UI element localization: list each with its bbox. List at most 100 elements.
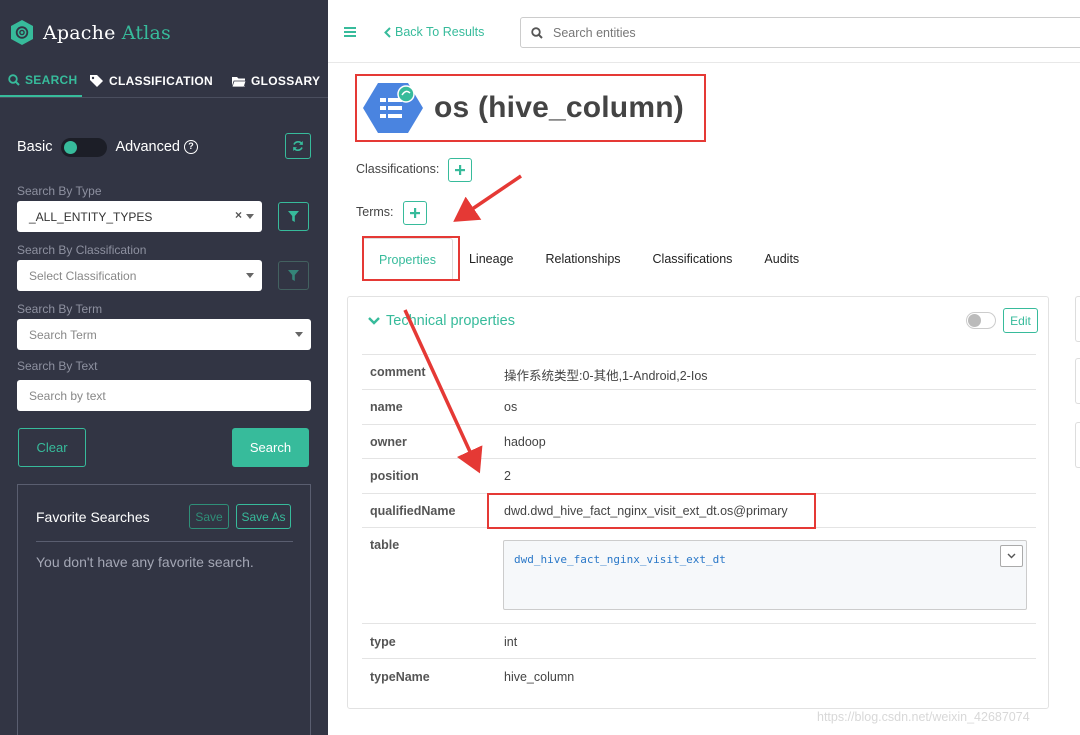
help-icon[interactable]: ?: [183, 140, 198, 154]
property-value: 操作系统类型:0-其他,1-Android,2-Ios: [504, 369, 708, 383]
favorite-searches-title: Favorite Searches: [36, 509, 150, 525]
classifications-label: Classifications:: [356, 162, 440, 176]
folder-icon: [232, 76, 246, 87]
property-value: 2: [504, 469, 511, 483]
tab-classifications[interactable]: Classifications: [637, 238, 749, 280]
tab-lineage[interactable]: Lineage: [453, 238, 530, 280]
tab-classification[interactable]: CLASSIFICATION: [82, 64, 222, 98]
show-empty-values-toggle[interactable]: [966, 312, 996, 329]
edit-properties-button[interactable]: Edit: [1003, 308, 1038, 333]
tab-classification-label: CLASSIFICATION: [109, 74, 213, 88]
search-by-term-label: Search By Term: [17, 302, 103, 316]
type-filter-button[interactable]: [278, 202, 309, 231]
plus-icon: [410, 208, 420, 218]
table-row: comment 操作系统类型:0-其他,1-Android,2-Ios: [362, 354, 1036, 389]
chevron-down-icon: [368, 317, 380, 325]
search-icon: [8, 73, 20, 86]
app-logo[interactable]: Apache Atlas: [10, 19, 171, 46]
tab-glossary[interactable]: GLOSSARY: [222, 64, 328, 98]
favorite-searches-panel: Favorite Searches Save Save As You don't…: [17, 484, 311, 735]
clear-button[interactable]: Clear: [18, 428, 86, 467]
property-key: name: [370, 400, 403, 414]
sidebar-tabs: SEARCH CLASSIFICATION GLOSSARY: [0, 64, 328, 98]
search-mode-row: Basic Advanced ?: [17, 133, 311, 159]
save-as-favorite-button[interactable]: Save As: [236, 504, 291, 529]
table-row: type int: [362, 623, 1036, 658]
annotation-arrow-to-tabs: [453, 174, 522, 222]
entity-type-select[interactable]: _ALL_ENTITY_TYPES ×: [17, 201, 262, 232]
watermark: https://blog.csdn.net/weixin_42687074: [817, 710, 1030, 724]
tab-search-label: SEARCH: [25, 72, 78, 87]
search-button[interactable]: Search: [232, 428, 309, 467]
back-to-results-label: Back To Results: [395, 25, 485, 39]
top-bar: Back To Results Search entities: [328, 0, 1080, 63]
tab-relationships[interactable]: Relationships: [529, 238, 636, 280]
clear-type-icon[interactable]: ×: [235, 208, 242, 222]
mode-advanced-label: Advanced: [115, 139, 180, 155]
filter-icon: [288, 211, 299, 222]
annotation-box-title: [355, 74, 706, 142]
chevron-down-icon: [246, 273, 254, 278]
search-by-classification-label: Search By Classification: [17, 243, 147, 257]
classification-select[interactable]: Select Classification: [17, 260, 262, 291]
favorites-divider: [36, 541, 293, 542]
entity-type-value: _ALL_ENTITY_TYPES: [29, 209, 153, 224]
atlas-logo-icon: [11, 20, 33, 45]
plus-icon: [455, 165, 465, 175]
property-value: os: [504, 400, 518, 414]
app-name-atlas: Atlas: [121, 21, 171, 44]
side-panel-edge: [1075, 358, 1080, 404]
global-search-placeholder: Search entities: [553, 25, 636, 40]
mode-basic-label: Basic: [17, 139, 53, 155]
property-key: table: [370, 538, 400, 552]
chevron-down-icon: [295, 332, 303, 337]
save-favorite-button[interactable]: Save: [189, 504, 229, 529]
table-reference-box: dwd_hive_fact_nginx_visit_ext_dt: [503, 540, 1027, 610]
filter-icon: [288, 270, 299, 281]
search-icon: [531, 26, 543, 39]
table-row: owner hadoop: [362, 424, 1036, 458]
back-to-results-link[interactable]: Back To Results: [384, 25, 484, 39]
property-value: int: [504, 635, 518, 649]
global-search-input[interactable]: Search entities: [520, 17, 1080, 48]
tab-glossary-label: GLOSSARY: [251, 74, 321, 88]
term-select[interactable]: Search Term: [17, 319, 311, 350]
tabs-divider: [0, 97, 328, 98]
table-reference-link[interactable]: dwd_hive_fact_nginx_visit_ext_dt: [514, 553, 726, 566]
tab-search[interactable]: SEARCH: [0, 64, 82, 98]
terms-label: Terms:: [356, 205, 394, 219]
term-placeholder: Search Term: [29, 327, 97, 342]
property-key: type: [370, 635, 396, 649]
classification-filter-button[interactable]: [278, 261, 309, 290]
chevron-down-icon: [1007, 553, 1016, 559]
technical-properties-header[interactable]: Technical properties: [368, 313, 515, 329]
search-mode-toggle[interactable]: [61, 137, 108, 157]
app-name-apache: Apache: [43, 21, 116, 44]
technical-properties-title: Technical properties: [386, 313, 515, 329]
search-text-placeholder: Search by text: [29, 388, 106, 403]
add-term-button[interactable]: [403, 201, 427, 225]
search-by-text-label: Search By Text: [17, 359, 98, 373]
classification-placeholder: Select Classification: [29, 268, 137, 283]
add-classification-button[interactable]: [448, 158, 472, 182]
table-row: position 2: [362, 458, 1036, 493]
app-name: Apache Atlas: [43, 22, 171, 44]
side-panel-edge: [1075, 296, 1080, 342]
hamburger-menu-icon[interactable]: [344, 27, 356, 37]
table-row: table dwd_hive_fact_nginx_visit_ext_dt: [362, 527, 1036, 623]
chevron-down-icon: [246, 214, 254, 219]
favorites-empty-message: You don't have any favorite search.: [36, 554, 254, 570]
property-key: owner: [370, 435, 407, 449]
side-panel-edge: [1075, 422, 1080, 468]
property-key: position: [370, 469, 419, 483]
expand-table-button[interactable]: [1000, 545, 1023, 567]
property-value: hadoop: [504, 435, 546, 449]
search-text-input[interactable]: Search by text: [17, 380, 311, 411]
refresh-button[interactable]: [285, 133, 311, 159]
annotation-box-qualified-name: [487, 493, 816, 529]
tab-audits[interactable]: Audits: [748, 238, 815, 280]
chevron-left-icon: [384, 26, 391, 38]
sidebar: Apache Atlas SEARCH CLASSIFICATION GLOSS…: [0, 0, 328, 735]
refresh-icon: [293, 141, 303, 151]
property-key: qualifiedName: [370, 504, 456, 518]
